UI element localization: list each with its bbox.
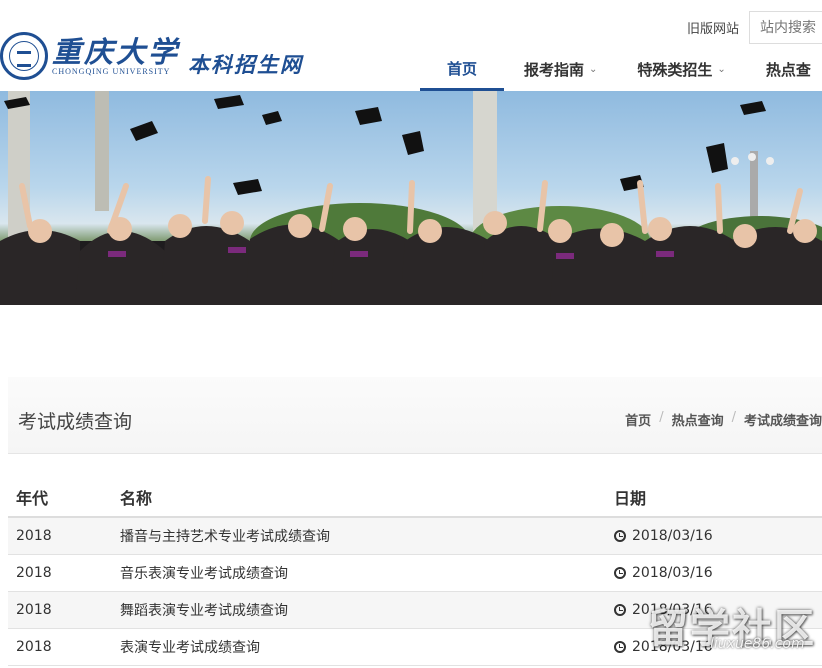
old-site-link[interactable]: 旧版网站 — [687, 18, 739, 37]
lamp — [766, 157, 774, 165]
pole — [473, 91, 497, 231]
graduation-caps — [4, 95, 766, 195]
header-year: 年代 — [16, 489, 49, 508]
date-text: 2018/03/16 — [632, 565, 713, 581]
site-logo[interactable]: 重庆大学 CHONGQING UNIVERSITY 本科招生网 — [0, 28, 303, 84]
logo-cn: 重庆大学 — [52, 34, 181, 69]
table-header: 年代 名称 日期 — [8, 478, 822, 518]
cell-year: 2018 — [16, 565, 52, 581]
clock-icon — [614, 641, 626, 653]
cell-date: 2018/03/16 — [605, 528, 822, 544]
cell-year: 2018 — [16, 602, 52, 618]
chevron-down-icon: ⌄ — [717, 64, 726, 75]
watermark: 留学社区 liuxue86.com — [648, 596, 818, 666]
banner-image — [0, 91, 822, 305]
breadcrumb: 首页 / 热点查询 / 考试成绩查询 — [625, 410, 822, 429]
nav-item-special[interactable]: 特殊类招生 ⌄ — [617, 48, 745, 91]
logo-text: 重庆大学 CHONGQING UNIVERSITY — [52, 37, 180, 76]
graduates — [0, 176, 822, 305]
nav-item-hot[interactable]: 热点查 — [746, 48, 822, 91]
logo-en: CHONGQING UNIVERSITY — [52, 66, 171, 76]
university-seal-icon — [0, 32, 48, 80]
cell-date: 2018/03/16 — [605, 565, 822, 581]
cell-name[interactable]: 播音与主持艺术专业考试成绩查询 — [112, 526, 605, 546]
logo-sub: 本科招生网 — [188, 52, 304, 77]
breadcrumb-separator: / — [731, 410, 736, 425]
search-input[interactable] — [749, 11, 822, 44]
header-name: 名称 — [120, 489, 153, 508]
cell-year: 2018 — [16, 528, 52, 544]
breadcrumb-current: 考试成绩查询 — [743, 414, 822, 429]
cell-year: 2018 — [16, 639, 52, 655]
cell-name[interactable]: 表演专业考试成绩查询 — [112, 637, 605, 657]
page-title-bar: 考试成绩查询 首页 / 热点查询 / 考试成绩查询 — [8, 377, 822, 454]
nav-item-label: 报考指南 — [524, 61, 585, 79]
table-row[interactable]: 2018 播音与主持艺术专业考试成绩查询 2018/03/16 — [8, 518, 822, 555]
nav-item-label: 首页 — [446, 59, 477, 78]
nav-item-guide[interactable]: 报考指南 ⌄ — [504, 48, 617, 91]
nav-item-label: 特殊类招生 — [637, 61, 713, 79]
clock-icon — [614, 530, 626, 542]
clock-icon — [614, 604, 626, 616]
breadcrumb-hot[interactable]: 热点查询 — [672, 410, 724, 429]
nav-item-home[interactable]: 首页 — [420, 48, 504, 91]
chevron-down-icon: ⌄ — [589, 64, 598, 75]
cell-name[interactable]: 音乐表演专业考试成绩查询 — [112, 563, 605, 583]
watermark-sub: liuxue86.com — [710, 636, 805, 652]
pole — [95, 91, 109, 211]
main-nav: 首页 报考指南 ⌄ 特殊类招生 ⌄ 热点查 — [420, 48, 822, 91]
lamp — [731, 157, 739, 165]
table-row[interactable]: 2018 音乐表演专业考试成绩查询 2018/03/16 — [8, 555, 822, 592]
site-header: 重庆大学 CHONGQING UNIVERSITY 本科招生网 旧版网站 首页 … — [0, 0, 822, 91]
breadcrumb-separator: / — [659, 410, 664, 425]
graduation-banner — [0, 91, 822, 305]
nav-item-label: 热点查 — [765, 61, 811, 79]
date-text: 2018/03/16 — [632, 528, 713, 544]
header-date: 日期 — [614, 489, 647, 508]
cell-name[interactable]: 舞蹈表演专业考试成绩查询 — [112, 600, 605, 620]
clock-icon — [614, 567, 626, 579]
page-title: 考试成绩查询 — [18, 411, 133, 433]
lamp — [748, 153, 756, 161]
breadcrumb-home[interactable]: 首页 — [625, 410, 651, 429]
